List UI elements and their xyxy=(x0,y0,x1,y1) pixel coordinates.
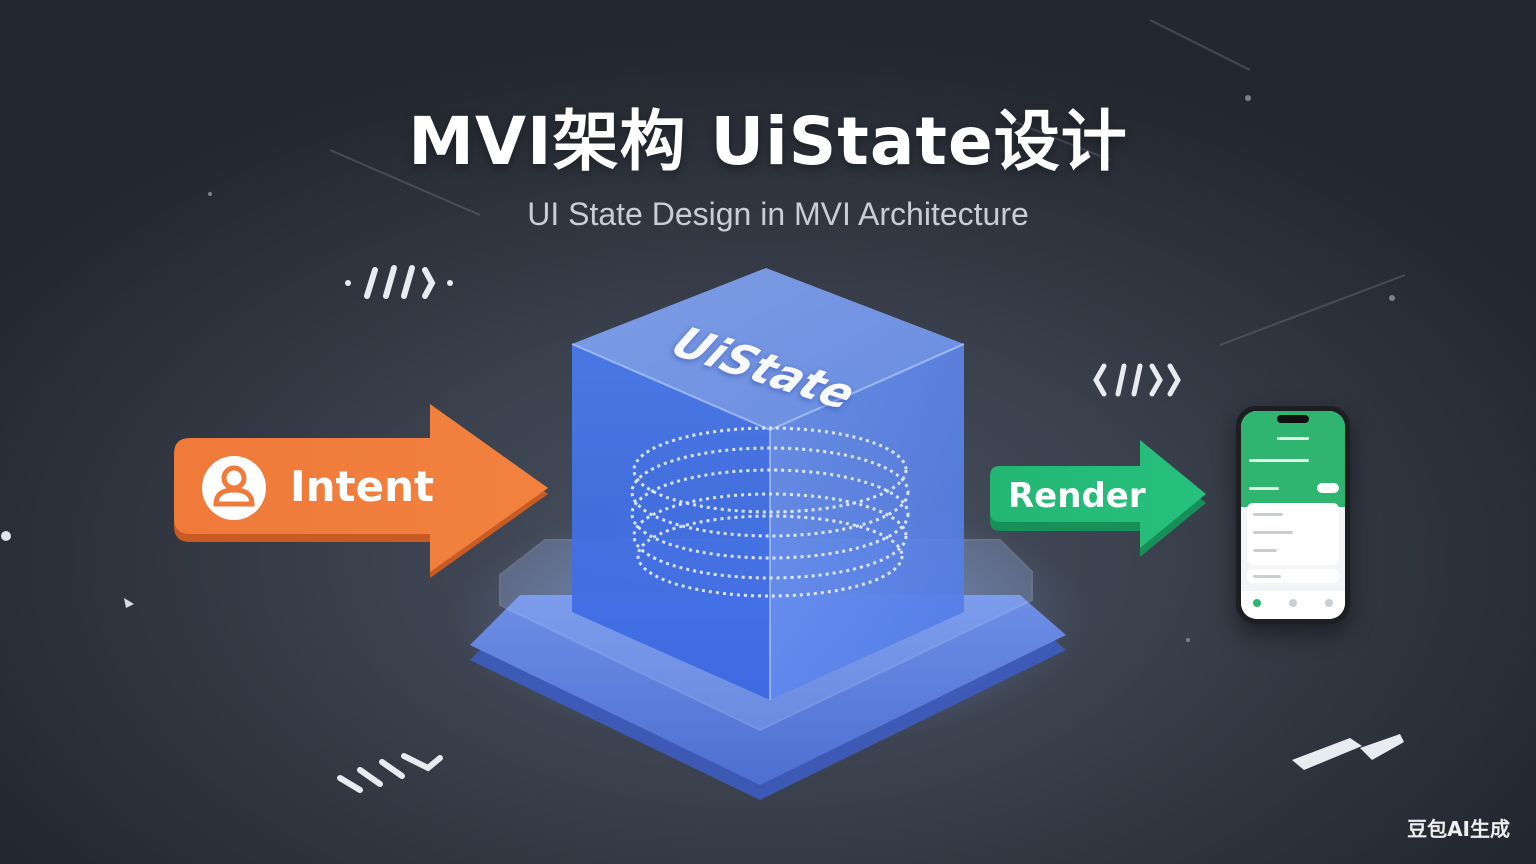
chevron-decor-right xyxy=(1093,363,1181,397)
bars-decor-bottom-right xyxy=(1292,734,1404,770)
page-subtitle: UI State Design in MVI Architecture xyxy=(527,196,1029,232)
phone-card-line xyxy=(1253,513,1283,516)
chevron-decor-bottom-left xyxy=(337,753,443,793)
chevron-decor-top-left xyxy=(345,265,453,299)
phone-tab-icon xyxy=(1325,599,1333,607)
smartphone-icon xyxy=(1236,406,1350,624)
phone-card xyxy=(1247,569,1339,583)
diagram-canvas: MVI架构 UiState设计 UI State Design in MVI A… xyxy=(0,0,1536,864)
triangle-marker-icon xyxy=(124,598,134,608)
phone-tab-bar xyxy=(1241,591,1345,619)
watermark: 豆包AI生成 xyxy=(1407,817,1510,841)
phone-card-line xyxy=(1253,531,1293,534)
phone-card xyxy=(1247,503,1339,565)
intent-label: Intent xyxy=(290,462,435,511)
phone-card-line xyxy=(1253,575,1281,578)
user-icon xyxy=(202,456,266,520)
phone-toggle xyxy=(1317,483,1339,493)
render-label: Render xyxy=(1008,476,1146,516)
phone-tab-icon xyxy=(1289,599,1297,607)
phone-notch xyxy=(1277,415,1309,423)
phone-header-line xyxy=(1277,437,1309,440)
phone-screen xyxy=(1241,411,1345,619)
page-title: MVI架构 UiState设计 xyxy=(408,103,1128,180)
phone-tab-icon xyxy=(1253,599,1261,607)
phone-header xyxy=(1241,411,1345,507)
phone-header-line xyxy=(1249,487,1279,490)
uistate-cube xyxy=(571,268,965,700)
phone-header-line xyxy=(1249,459,1309,462)
phone-card-line xyxy=(1253,549,1277,552)
